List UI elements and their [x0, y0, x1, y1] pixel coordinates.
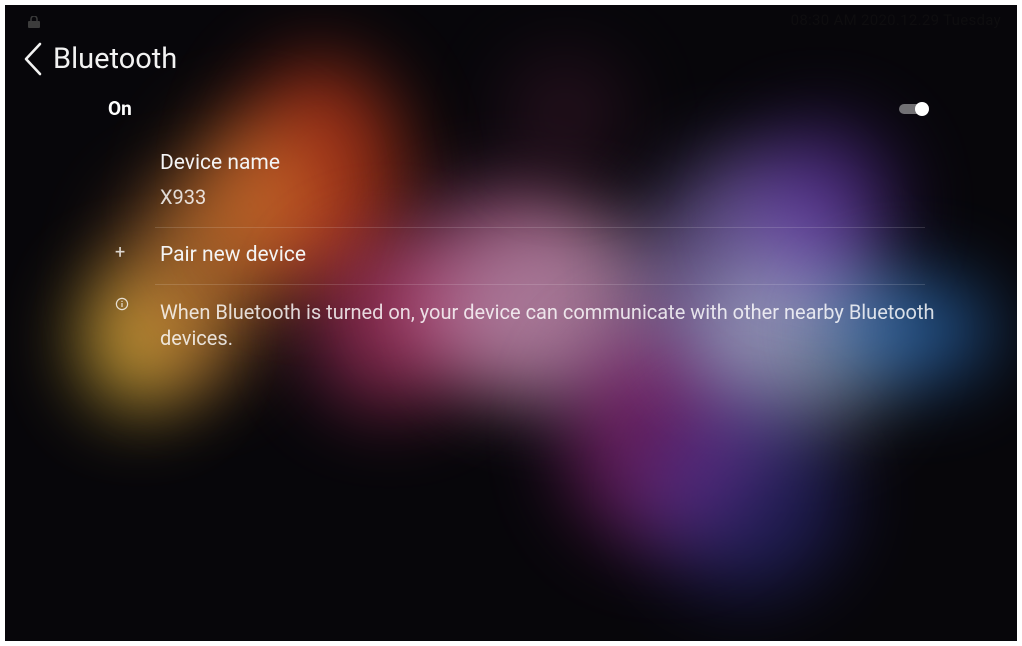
pair-new-device-row[interactable]: + Pair new device — [5, 233, 1017, 277]
status-bar: 08:30 AM 2020.12.29 Tuesday — [5, 5, 1017, 35]
bluetooth-toggle-label: On — [108, 97, 132, 120]
bluetooth-info: When Bluetooth is turned on, your device… — [5, 293, 1017, 363]
device-name-title: Device name — [160, 151, 280, 175]
lock-icon — [27, 13, 41, 28]
header: Bluetooth — [21, 37, 177, 81]
plus-icon: + — [115, 242, 126, 263]
divider — [155, 284, 925, 285]
status-clock: 08:30 AM 2020.12.29 Tuesday — [790, 11, 1001, 29]
chevron-left-icon[interactable] — [21, 41, 45, 77]
divider — [155, 227, 925, 228]
settings-screen: 08:30 AM 2020.12.29 Tuesday Bluetooth On… — [5, 5, 1017, 641]
device-name-value: X933 — [160, 185, 207, 209]
info-text: When Bluetooth is turned on, your device… — [160, 300, 935, 350]
toggle-thumb — [915, 102, 929, 116]
pair-new-device-label: Pair new device — [160, 243, 306, 267]
bluetooth-toggle-switch[interactable] — [897, 101, 929, 117]
page-title: Bluetooth — [53, 42, 178, 76]
bluetooth-toggle-row[interactable]: On — [5, 93, 1017, 125]
device-name-row[interactable]: Device name X933 — [5, 145, 1017, 225]
info-icon — [115, 296, 129, 311]
